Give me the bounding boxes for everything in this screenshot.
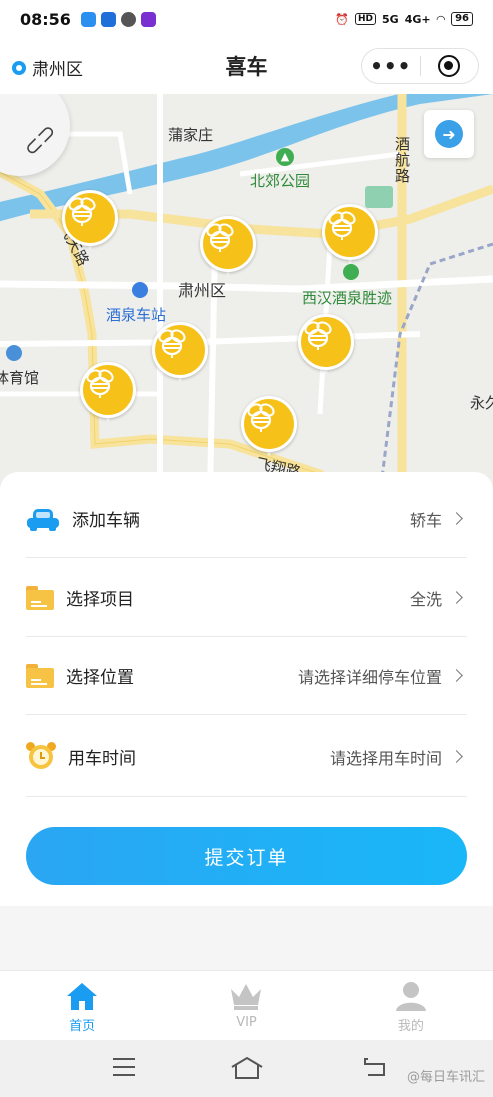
bee-marker-icon: [62, 190, 118, 246]
link-icon: ⊂⊃: [18, 118, 63, 163]
title-bar: 肃州区 喜车 •••: [0, 38, 493, 94]
form-row-label: 选择位置: [66, 668, 134, 688]
form-row-value: 请选择详细停车位置: [297, 667, 442, 687]
map-label-xihan-site: 西汉酒泉胜迹: [302, 289, 393, 307]
signal-5g: 5G: [382, 12, 399, 26]
chevron-right-icon: [450, 591, 463, 604]
bee-marker[interactable]: [241, 396, 297, 462]
tab-vip[interactable]: VIP: [164, 971, 328, 1040]
home-icon: [67, 983, 98, 1010]
form-row-time[interactable]: 用车时间 请选择用车时间: [26, 717, 467, 797]
alarm-icon: ⏰: [335, 12, 349, 26]
order-form-card: 添加车辆 轿车 选择项目 全洗 选择位置 请选择详细停车位置 用车时间 请选择用…: [0, 472, 493, 906]
bee-marker[interactable]: [152, 322, 208, 388]
folder-icon: [26, 585, 54, 610]
station-icon: [132, 282, 148, 298]
map-label-stadium: 体育馆: [0, 369, 40, 387]
map-label-jiuhang-road: 酒航路: [393, 136, 411, 184]
alarm-clock-icon: [26, 741, 56, 772]
bee-marker-icon: [298, 314, 354, 370]
tab-label: 首页: [69, 1019, 96, 1034]
tab-label: 我的: [397, 1019, 424, 1034]
battery-indicator: 96: [451, 12, 473, 26]
stadium-icon: [6, 345, 22, 361]
form-row-label: 选择项目: [66, 590, 134, 610]
bee-marker-icon: [152, 322, 208, 378]
map-label-pujiazhuang: 蒲家庄: [168, 126, 214, 144]
status-indicators: ⏰ HD 5G 4G+ ◠ 96: [335, 12, 473, 26]
app-screen: 08:56 ⏰ HD 5G 4G+ ◠ 96 肃州区 喜车 ••• ⊂⊃ ➜ 蒲…: [0, 0, 493, 1097]
bee-marker[interactable]: [200, 216, 256, 282]
map-label-beijiao-park: 北郊公园: [250, 172, 311, 190]
back-icon[interactable]: [362, 1056, 388, 1078]
form-row-value: 全洗: [409, 589, 442, 609]
submit-order-button[interactable]: 提交订单: [26, 827, 467, 885]
tab-profile[interactable]: 我的: [329, 971, 493, 1040]
tab-label: VIP: [236, 1015, 257, 1030]
form-row-vehicle[interactable]: 添加车辆 轿车: [26, 480, 467, 558]
signal-4g: 4G+: [404, 12, 431, 26]
bee-marker[interactable]: [80, 362, 136, 428]
bee-marker[interactable]: [62, 190, 118, 256]
form-row-location[interactable]: 选择位置 请选择详细停车位置: [26, 637, 467, 715]
home-nav-icon[interactable]: [230, 1056, 264, 1080]
user-icon: [395, 982, 426, 1011]
close-miniapp-button[interactable]: [421, 55, 479, 77]
park-icon: ▲: [276, 148, 294, 166]
chevron-right-icon: [450, 512, 463, 525]
more-dots-icon[interactable]: •••: [362, 56, 420, 76]
form-row-service[interactable]: 选择项目 全洗: [26, 559, 467, 637]
map-label-yongjiu: 永久: [470, 394, 493, 412]
share-button[interactable]: ➜: [424, 110, 474, 158]
menu-icon[interactable]: [112, 1056, 136, 1078]
bee-marker[interactable]: [322, 204, 378, 270]
notification-icon: [140, 11, 156, 27]
crown-icon: [231, 984, 262, 1010]
bee-marker-icon: [80, 362, 136, 418]
notification-icon: [120, 11, 136, 27]
bee-marker-icon: [241, 396, 297, 452]
notification-icon: [80, 11, 96, 27]
form-row-value: 请选择用车时间: [329, 748, 442, 768]
bottom-tab-bar: 首页 VIP 我的: [0, 970, 493, 1040]
hd-icon: HD: [355, 13, 377, 25]
folder-icon: [26, 663, 54, 688]
status-bar: 08:56 ⏰ HD 5G 4G+ ◠ 96: [0, 0, 493, 38]
car-icon: [26, 507, 60, 531]
bee-marker[interactable]: [298, 314, 354, 380]
map-view[interactable]: ⊂⊃ ➜ 蒲家庄 北郊公园 ▲ 酒航路 肃州区 西汉酒泉胜迹 酒泉车站 体育馆 …: [0, 94, 493, 494]
wifi-icon: ◠: [436, 12, 446, 26]
share-arrow-icon: ➜: [435, 120, 463, 148]
bee-marker-icon: [322, 204, 378, 260]
bee-marker-icon: [200, 216, 256, 272]
form-row-label: 添加车辆: [72, 511, 140, 531]
chevron-right-icon: [450, 669, 463, 682]
form-row-value: 轿车: [409, 510, 442, 530]
form-row-label: 用车时间: [68, 749, 136, 769]
chevron-right-icon: [450, 750, 463, 763]
miniapp-capsule: •••: [361, 48, 479, 84]
tab-home[interactable]: 首页: [0, 971, 164, 1040]
watermark: @每日车讯汇: [406, 1070, 485, 1085]
notification-icon: [100, 11, 116, 27]
status-time: 08:56: [20, 9, 71, 29]
target-circle-icon: [438, 55, 461, 77]
